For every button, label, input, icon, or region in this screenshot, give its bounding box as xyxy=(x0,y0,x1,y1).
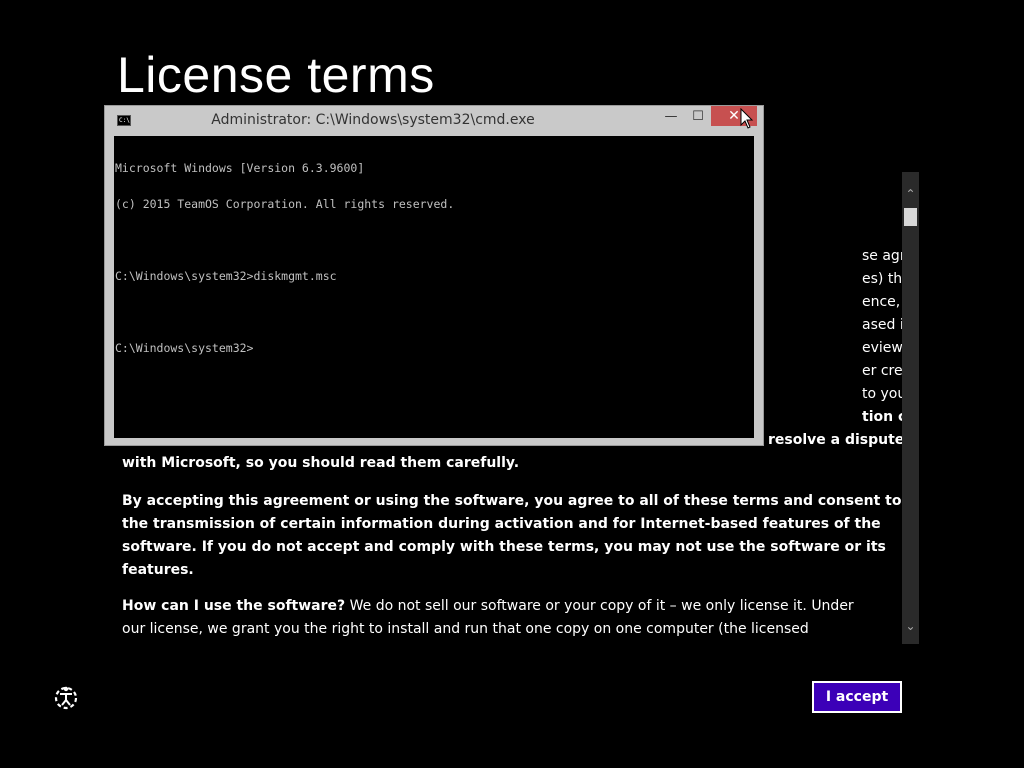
mouse-cursor-icon xyxy=(740,107,754,130)
license-text-fragment: ased in a question xyxy=(862,317,902,333)
license-paragraph-accept: By accepting this agreement or using the… xyxy=(122,490,902,582)
license-line: features. xyxy=(122,562,194,578)
scroll-up-icon[interactable]: ⌃ xyxy=(902,184,919,204)
maximize-icon[interactable]: ☐ xyxy=(684,108,712,128)
minimize-icon[interactable]: — xyxy=(657,108,685,128)
cmd-window[interactable]: C:\ Administrator: C:\Windows\system32\c… xyxy=(104,105,764,446)
console-prompt-line: C:\Windows\system32> xyxy=(115,341,254,355)
license-line: with Microsoft, so you should read them … xyxy=(122,455,520,471)
license-line: We do not sell our software or your copy… xyxy=(345,598,854,614)
license-line: By accepting this agreement or using the… xyxy=(122,493,902,509)
accept-button[interactable]: I accept xyxy=(812,681,902,713)
ease-of-access-icon xyxy=(54,686,78,710)
ease-of-access-icon[interactable] xyxy=(52,683,80,711)
license-paragraph-use: How can I use the software? We do not se… xyxy=(122,595,902,641)
license-text-fragment: eview the entire xyxy=(862,340,902,356)
mouse-cursor-icon xyxy=(740,107,754,129)
license-text-fragment: to your browser xyxy=(862,386,902,402)
cmd-window-title: Administrator: C:\Windows\system32\cmd.e… xyxy=(211,112,535,128)
cmd-titlebar[interactable]: C:\ Administrator: C:\Windows\system32\c… xyxy=(105,106,763,134)
license-text-fragment: resolve a dispute xyxy=(768,432,902,448)
scroll-down-icon[interactable]: ⌄ xyxy=(902,616,919,636)
page-title: License terms xyxy=(117,47,435,103)
license-scrollbar[interactable]: ⌃ ⌄ xyxy=(902,172,919,644)
console-line: C:\Windows\system32>diskmgmt.msc xyxy=(115,269,337,283)
license-text-fragment: er create this xyxy=(862,363,902,379)
license-line: our license, we grant you the right to i… xyxy=(122,621,809,637)
license-heading: How can I use the software? xyxy=(122,598,346,614)
license-text-fragment: tion clause and xyxy=(862,409,902,425)
scroll-thumb[interactable] xyxy=(904,208,917,226)
license-line: the transmission of certain information … xyxy=(122,516,881,532)
license-line: software. If you do not accept and compl… xyxy=(122,539,886,555)
license-text-fragment: se agreement xyxy=(862,248,902,264)
license-text-fragment: es) that describes xyxy=(862,271,902,287)
console-line: Microsoft Windows [Version 6.3.9600] xyxy=(115,161,365,175)
license-text-fragment: ence, we’ve xyxy=(862,294,902,310)
cmd-console[interactable]: Microsoft Windows [Version 6.3.9600] (c)… xyxy=(114,136,754,438)
console-line: (c) 2015 TeamOS Corporation. All rights … xyxy=(115,197,455,211)
